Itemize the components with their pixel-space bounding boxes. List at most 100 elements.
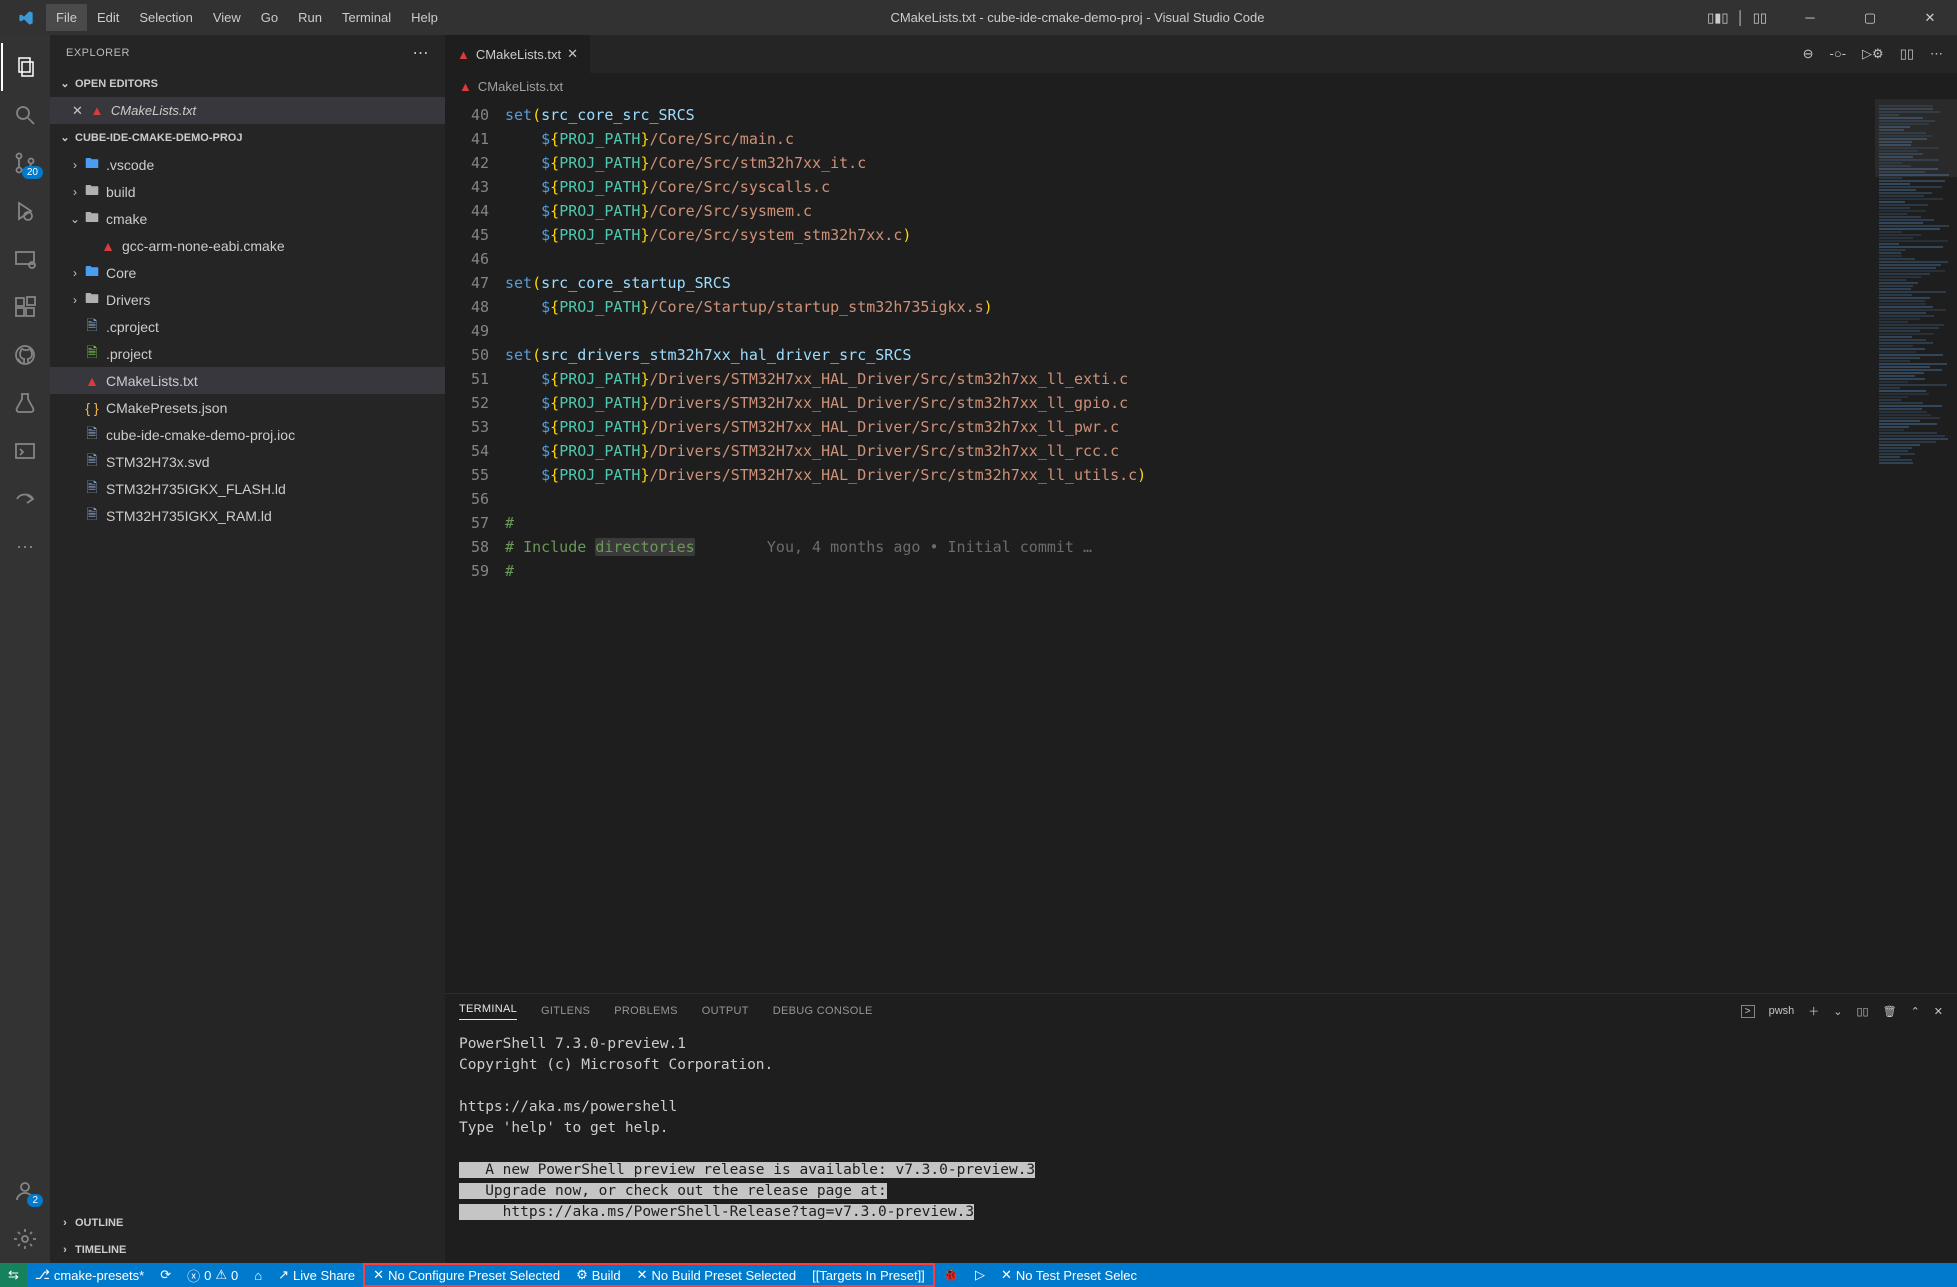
menu-help[interactable]: Help bbox=[401, 4, 448, 31]
build-preset-button[interactable]: ✕ No Build Preset Selected bbox=[629, 1265, 804, 1285]
tree-item[interactable]: 🗎STM32H735IGKX_RAM.ld bbox=[50, 502, 445, 529]
close-button[interactable]: ✕ bbox=[1909, 3, 1951, 33]
tree-item[interactable]: ▲CMakeLists.txt bbox=[50, 367, 445, 394]
run-launch-button[interactable]: ▷ bbox=[967, 1263, 993, 1287]
panel-tab-output[interactable]: OUTPUT bbox=[702, 1005, 749, 1017]
tree-item[interactable]: ▲gcc-arm-none-eabi.cmake bbox=[50, 232, 445, 259]
folder-icon: 🖿 bbox=[82, 261, 102, 285]
outline-section[interactable]: › OUTLINE bbox=[50, 1209, 445, 1236]
menu-selection[interactable]: Selection bbox=[129, 4, 202, 31]
more-icon[interactable]: ⋯ bbox=[1930, 46, 1943, 62]
layout-icon[interactable]: │ bbox=[1737, 10, 1745, 26]
timeline-section[interactable]: › TIMELINE bbox=[50, 1236, 445, 1263]
tree-item[interactable]: { }CMakePresets.json bbox=[50, 394, 445, 421]
settings-gear-icon[interactable] bbox=[1, 1215, 49, 1263]
menu-run[interactable]: Run bbox=[288, 4, 332, 31]
configure-preset-button[interactable]: ✕ No Configure Preset Selected bbox=[365, 1265, 568, 1285]
remote-button[interactable]: ⇆ bbox=[0, 1263, 27, 1287]
editor-actions: ⊖ -○- ▷⚙ ▯▯ ⋯ bbox=[1803, 46, 1957, 62]
tree-item[interactable]: ›🖿Core bbox=[50, 259, 445, 286]
explorer-sidebar: EXPLORER ⋯ ⌄ OPEN EDITORS ✕▲CMakeLists.t… bbox=[50, 35, 445, 1263]
search-icon[interactable] bbox=[1, 91, 49, 139]
tree-item[interactable]: 🗎.project bbox=[50, 340, 445, 367]
tree-item[interactable]: 🗎STM32H735IGKX_FLASH.ld bbox=[50, 475, 445, 502]
panel-tab-problems[interactable]: PROBLEMS bbox=[614, 1005, 678, 1017]
branch-button[interactable]: ⎇ cmake-presets* bbox=[27, 1263, 152, 1287]
sync-button[interactable]: ⟳ bbox=[152, 1263, 179, 1287]
live-share-icon: ↗ bbox=[278, 1267, 289, 1283]
live-share-label: Live Share bbox=[293, 1268, 355, 1283]
tree-item[interactable]: ›🖿build bbox=[50, 178, 445, 205]
more-icon[interactable]: ⋯ bbox=[413, 43, 430, 63]
code-content[interactable]: set(src_core_src_SRCS ${PROJ_PATH}/Core/… bbox=[505, 99, 1875, 993]
extensions-icon[interactable] bbox=[1, 283, 49, 331]
live-share-button[interactable]: ↗ Live Share bbox=[270, 1263, 363, 1287]
open-editors-section[interactable]: ⌄ OPEN EDITORS bbox=[50, 70, 445, 97]
minimap[interactable] bbox=[1875, 99, 1957, 993]
terminal-output[interactable]: PowerShell 7.3.0-preview.1Copyright (c) … bbox=[445, 1028, 1957, 1263]
panel-tab-terminal[interactable]: TERMINAL bbox=[459, 1003, 517, 1020]
run-debug-icon[interactable] bbox=[1, 187, 49, 235]
open-editor-item[interactable]: ✕▲CMakeLists.txt bbox=[50, 97, 445, 124]
github-icon[interactable] bbox=[1, 331, 49, 379]
tree-item[interactable]: 🗎STM32H73x.svd bbox=[50, 448, 445, 475]
error-icon: ⓧ bbox=[187, 1266, 200, 1285]
tree-item[interactable]: ›🖿Drivers bbox=[50, 286, 445, 313]
close-panel-icon[interactable]: ✕ bbox=[1934, 1005, 1943, 1018]
menu-terminal[interactable]: Terminal bbox=[332, 4, 401, 31]
tree-item[interactable]: ⌄🖿cmake bbox=[50, 205, 445, 232]
panel-tab-debug-console[interactable]: DEBUG CONSOLE bbox=[773, 1005, 873, 1017]
test-icon[interactable] bbox=[1, 379, 49, 427]
share-icon[interactable] bbox=[1, 475, 49, 523]
sync-icon: ⟳ bbox=[160, 1267, 171, 1283]
menu-go[interactable]: Go bbox=[251, 4, 288, 31]
layout-icon[interactable]: ▯▯ bbox=[1753, 10, 1767, 26]
git-commit-icon[interactable]: -○- bbox=[1830, 46, 1847, 62]
layout-icon[interactable]: ▯▮▯ bbox=[1707, 10, 1728, 26]
panel-tab-gitlens[interactable]: GITLENS bbox=[541, 1005, 590, 1017]
split-terminal-icon[interactable]: ▯▯ bbox=[1856, 1005, 1868, 1018]
explorer-icon[interactable] bbox=[1, 43, 49, 91]
targets-button[interactable]: [[Targets In Preset]] bbox=[804, 1265, 933, 1285]
menu-view[interactable]: View bbox=[203, 4, 251, 31]
breadcrumb[interactable]: ▲ CMakeLists.txt bbox=[445, 73, 1957, 99]
debug-launch-button[interactable]: 🐞 bbox=[935, 1263, 967, 1287]
accounts-icon[interactable]: 2 bbox=[1, 1167, 49, 1215]
menu-edit[interactable]: Edit bbox=[87, 4, 129, 31]
minimize-button[interactable]: ─ bbox=[1789, 3, 1831, 33]
editor-tabbar: ▲ CMakeLists.txt ✕ ⊖ -○- ▷⚙ ▯▯ ⋯ bbox=[445, 35, 1957, 73]
play-icon: ▷ bbox=[975, 1267, 985, 1283]
chevron-down-icon: ⌄ bbox=[58, 131, 72, 144]
source-control-icon[interactable]: 20 bbox=[1, 139, 49, 187]
chevron-up-icon[interactable]: ⌃ bbox=[1911, 1005, 1920, 1018]
remote-explorer-icon[interactable] bbox=[1, 235, 49, 283]
terminal-controls: > pwsh ＋ ⌄ ▯▯ 🗑 ⌃ ✕ bbox=[1741, 1003, 1943, 1019]
editor-tab[interactable]: ▲ CMakeLists.txt ✕ bbox=[445, 35, 591, 73]
maximize-button[interactable]: ▢ bbox=[1849, 3, 1891, 33]
home-button[interactable]: ⌂ bbox=[246, 1263, 270, 1287]
tree-item[interactable]: ›🖿.vscode bbox=[50, 151, 445, 178]
split-icon[interactable]: ▯▯ bbox=[1900, 46, 1914, 62]
output-icon[interactable] bbox=[1, 427, 49, 475]
sidebar-title: EXPLORER ⋯ bbox=[50, 35, 445, 70]
tree-label: CMakeLists.txt bbox=[106, 373, 198, 389]
close-icon[interactable]: ✕ bbox=[72, 103, 83, 119]
window-title: CMakeLists.txt - cube-ide-cmake-demo-pro… bbox=[448, 10, 1707, 25]
problems-button[interactable]: ⓧ0 ⚠0 bbox=[179, 1263, 246, 1287]
more-icon[interactable]: ⋯ bbox=[1, 523, 49, 571]
git-commit-icon[interactable]: ⊖ bbox=[1803, 46, 1814, 62]
menu-file[interactable]: File bbox=[46, 4, 87, 31]
close-tab-icon[interactable]: ✕ bbox=[567, 46, 578, 62]
project-section[interactable]: ⌄ CUBE-IDE-CMAKE-DEMO-PROJ bbox=[50, 124, 445, 151]
build-button[interactable]: ⚙ Build bbox=[568, 1265, 629, 1285]
chevron-down-icon[interactable]: ⌄ bbox=[1833, 1005, 1842, 1018]
tree-item[interactable]: 🗎.cproject bbox=[50, 313, 445, 340]
terminal-shell-icon[interactable]: > bbox=[1741, 1005, 1755, 1018]
code-editor[interactable]: 4041424344454647484950515253545556575859… bbox=[445, 99, 1957, 993]
shell-label[interactable]: pwsh bbox=[1769, 1005, 1795, 1017]
trash-icon[interactable]: 🗑 bbox=[1883, 1005, 1897, 1018]
tree-item[interactable]: 🗎cube-ide-cmake-demo-proj.ioc bbox=[50, 421, 445, 448]
test-preset-button[interactable]: ✕ No Test Preset Selec bbox=[993, 1263, 1145, 1287]
run-icon[interactable]: ▷⚙ bbox=[1862, 46, 1884, 62]
new-terminal-icon[interactable]: ＋ bbox=[1808, 1003, 1819, 1019]
